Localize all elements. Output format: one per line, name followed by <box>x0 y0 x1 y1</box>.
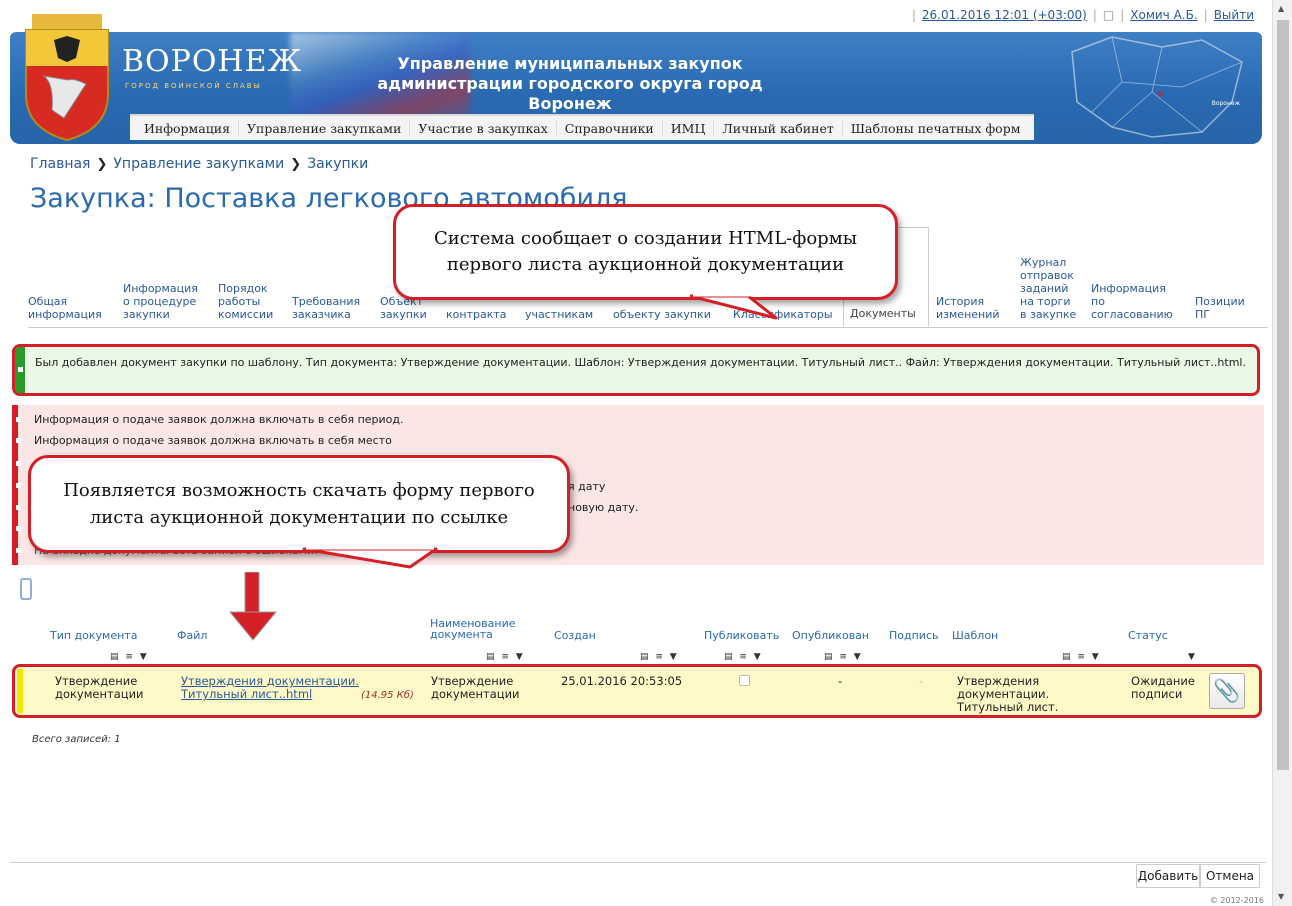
tab-approval-info[interactable]: Информация по согласованию <box>1091 282 1181 321</box>
city-tagline: ГОРОД ВОИНСКОЙ СЛАВЫ <box>125 82 262 90</box>
tab-general-info[interactable]: Общая информация <box>28 295 108 321</box>
logout-link[interactable]: Выйти <box>1214 8 1254 22</box>
tab-procedure-info[interactable]: Информация о процедуре закупки <box>123 282 208 321</box>
cell-doc-name: Утверждение документации <box>431 674 520 701</box>
attachment-clip-icon[interactable]: 📎 <box>1209 673 1245 709</box>
error-line-2: Информация о подаче заявок должна включа… <box>34 434 392 447</box>
copyright: © 2012-2016 <box>1209 896 1264 905</box>
chevron-right-icon: ❯ <box>96 156 108 172</box>
add-button[interactable]: Добавить <box>1136 864 1200 888</box>
breadcrumb-home[interactable]: Главная <box>30 156 90 172</box>
cell-signature: - <box>919 674 924 688</box>
breadcrumb: Главная ❯ Управление закупками ❯ Закупки <box>30 156 368 172</box>
menu-item-procurement-management[interactable]: Управление закупками <box>237 120 409 136</box>
tab-contract[interactable]: контракта <box>446 308 516 321</box>
header-signature[interactable]: Подпись <box>889 630 938 641</box>
callout-download-link: Появляется возможность скачать форму пер… <box>28 455 570 553</box>
tab-plan-positions[interactable]: Позиции ПГ <box>1195 295 1245 321</box>
menu-item-print-templates[interactable]: Шаблоны печатных форм <box>841 120 1029 136</box>
table-row[interactable]: Утверждение документации Утверждения док… <box>12 664 1262 718</box>
main-menu: Информация Управление закупками Участие … <box>130 114 1035 140</box>
header-doc-name[interactable]: Наименование документа <box>430 618 530 640</box>
document-list-icon[interactable] <box>20 578 32 600</box>
filter-icon[interactable]: ▤ ≡ ▼ <box>640 652 679 662</box>
city-crest-logo <box>25 14 109 142</box>
filter-icon[interactable]: ▤ ≡ ▼ <box>110 652 149 662</box>
menu-item-procurement-participation[interactable]: Участие в закупках <box>409 120 555 136</box>
scroll-up-icon[interactable]: ▲ <box>1278 4 1284 13</box>
map-city-label: Воронеж <box>1211 100 1240 107</box>
menu-item-directories[interactable]: Справочники <box>555 120 662 136</box>
department-line-1: Управление муниципальных закупок <box>397 54 743 73</box>
breadcrumb-current[interactable]: Закупки <box>307 156 368 172</box>
header-file[interactable]: Файл <box>177 630 207 641</box>
callout-html-form-created: Система сообщает о создании HTML-формы п… <box>393 204 898 300</box>
footer-divider <box>10 862 1266 863</box>
department-line-2: администрации городского округа город Во… <box>377 74 763 113</box>
tab-dispatch-log[interactable]: Журнал отправок заданий на торги в закуп… <box>1020 256 1080 321</box>
page: | 26.01.2016 12:01 (+03:00) | □ | Хомич … <box>0 0 1292 906</box>
cell-status: Ожидание подписи <box>1131 674 1195 701</box>
city-name: ВОРОНЕЖ <box>122 44 303 79</box>
header-published[interactable]: Опубликован <box>792 630 869 641</box>
success-message-text: Был добавлен документ закупки по шаблону… <box>35 356 1246 369</box>
vertical-scrollbar[interactable]: ▲ ▼ <box>1272 0 1292 906</box>
file-download-link[interactable]: Утверждения документации. Титульный лист… <box>181 674 359 701</box>
error-line-4: новую дату. <box>568 501 639 514</box>
file-size: (14.95 Кб) <box>361 690 414 701</box>
menu-item-account[interactable]: Личный кабинет <box>713 120 841 136</box>
cell-template: Утверждения документации. Титульный лист… <box>957 674 1059 714</box>
filter-icon[interactable]: ▼ <box>1188 652 1197 662</box>
breadcrumb-section[interactable]: Управление закупками <box>113 156 284 172</box>
cell-published: - <box>838 674 843 688</box>
message-icon[interactable]: □ <box>1103 8 1114 22</box>
success-message: Был добавлен документ закупки по шаблону… <box>12 344 1260 396</box>
publish-checkbox[interactable] <box>739 675 750 686</box>
header-status[interactable]: Статус <box>1128 630 1168 641</box>
documents-table-header: Тип документа Файл Наименование документ… <box>12 616 1262 662</box>
callout-tail <box>690 294 778 320</box>
cell-doc-type: Утверждение документации <box>55 674 144 701</box>
scrollbar-thumb[interactable] <box>1277 20 1289 770</box>
chevron-right-icon: ❯ <box>290 156 302 172</box>
filter-icon[interactable]: ▤ ≡ ▼ <box>824 652 863 662</box>
total-records: Всего записей: 1 <box>32 734 121 745</box>
filter-icon[interactable]: ▤ ≡ ▼ <box>724 652 763 662</box>
tab-customer-requirements[interactable]: Требования заказчика <box>292 295 372 321</box>
header-template[interactable]: Шаблон <box>952 630 998 641</box>
department-title: Управление муниципальных закупок админис… <box>350 54 790 114</box>
filter-icon[interactable]: ▤ ≡ ▼ <box>486 652 525 662</box>
error-line-1: Информация о подаче заявок должна включа… <box>34 413 404 426</box>
menu-item-info[interactable]: Информация <box>136 121 238 136</box>
tab-commission-order[interactable]: Порядок работы комиссии <box>218 282 278 321</box>
cancel-button[interactable]: Отмена <box>1200 864 1260 888</box>
header-created[interactable]: Создан <box>554 630 596 641</box>
user-link[interactable]: Хомич А.Б. <box>1130 8 1197 22</box>
scroll-down-icon[interactable]: ▼ <box>1278 892 1284 901</box>
datetime-link[interactable]: 26.01.2016 12:01 (+03:00) <box>922 8 1087 22</box>
header-doc-type[interactable]: Тип документа <box>50 630 137 641</box>
tab-change-history[interactable]: История изменений <box>936 295 1011 321</box>
tab-participants[interactable]: участникам <box>525 308 605 321</box>
cell-created: 25.01.2016 20:53:05 <box>561 674 683 688</box>
callout-tail <box>302 547 438 569</box>
menu-item-imc[interactable]: ИМЦ <box>661 120 714 136</box>
filter-icon[interactable]: ▤ ≡ ▼ <box>1062 652 1101 662</box>
region-map-graphic <box>1071 36 1243 138</box>
row-selection-bar <box>17 669 23 713</box>
arrow-down-icon <box>228 572 278 641</box>
error-line-3: я дату <box>568 480 606 493</box>
header-publish[interactable]: Публиковать <box>704 630 779 641</box>
top-bar: | 26.01.2016 12:01 (+03:00) | □ | Хомич … <box>911 8 1254 22</box>
